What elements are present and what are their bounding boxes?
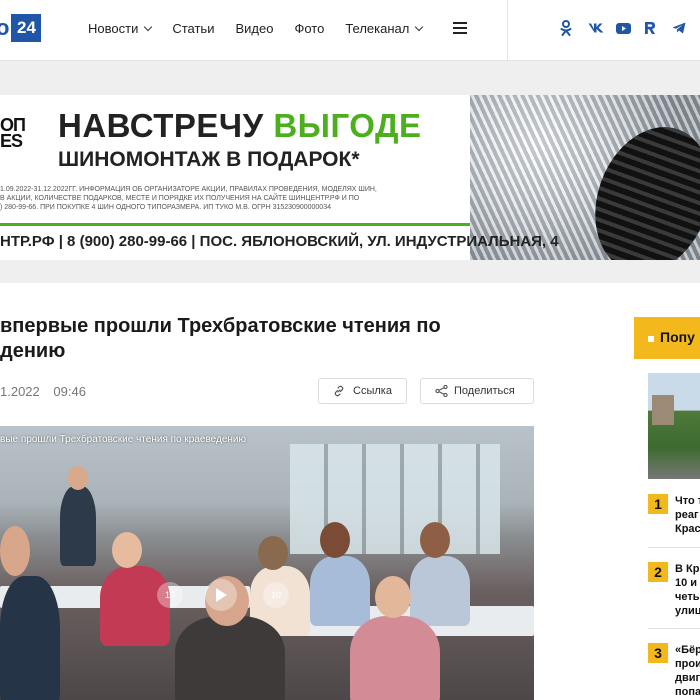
popular-item-text: В Кр 10 и четь улиц xyxy=(675,563,700,617)
forward-label: 10 xyxy=(270,590,281,600)
odnoklassniki-icon[interactable] xyxy=(560,18,588,38)
popular-item-number: 2 xyxy=(648,562,668,582)
video-person xyxy=(350,616,440,700)
copy-link-label: Ссылка xyxy=(353,385,392,397)
popular-item[interactable]: 1 Что т реаг Крас xyxy=(648,494,700,544)
site-logo[interactable]: o 24 xyxy=(0,14,42,42)
header-divider xyxy=(507,0,508,60)
banner-title: НАВСТРЕЧУ ВЫГОДЕ xyxy=(58,107,421,145)
popular-label: Попу xyxy=(660,329,695,345)
menu-icon[interactable] xyxy=(453,22,467,34)
telegram-icon[interactable] xyxy=(672,18,700,38)
banner-small-print: 1.09.2022-31.12.2022ГГ. ИНФОРМАЦИЯ ОБ ОР… xyxy=(0,186,377,211)
video-title: вые прошли Трехбратовские чтения по крае… xyxy=(0,434,247,445)
sidebar-divider xyxy=(648,628,700,629)
copy-link-button[interactable]: Ссылка xyxy=(318,378,407,404)
nav-label: Новости xyxy=(88,20,139,36)
popular-item-text: Что т реаг Крас xyxy=(675,495,700,535)
video-person xyxy=(0,576,60,700)
banner-contact: НТР.РФ | 8 (900) 280-99-66 | ПОС. ЯБЛОНО… xyxy=(0,233,559,250)
video-person xyxy=(0,526,30,576)
ad-banner[interactable]: ОП ES НАВСТРЕЧУ ВЫГОДЕ ШИНОМОНТАЖ В ПОДА… xyxy=(0,95,700,260)
site-header: o 24 Новости Статьи Видео Фото Телеканал xyxy=(0,0,700,61)
nav-item-video[interactable]: Видео xyxy=(235,21,273,36)
article-meta: 1.2022 09:46 xyxy=(0,384,96,399)
popular-item-image[interactable] xyxy=(648,373,700,479)
share-button[interactable]: Поделиться xyxy=(420,378,534,404)
video-person xyxy=(258,536,288,570)
popular-item-number: 1 xyxy=(648,494,668,514)
banner-subtitle: ШИНОМОНТАЖ В ПОДАРОК* xyxy=(58,148,360,171)
popular-header: Попу xyxy=(634,317,700,359)
logo-number: 24 xyxy=(11,14,42,42)
chevron-down-icon xyxy=(144,22,153,31)
nav-item-tv-channel[interactable]: Телеканал xyxy=(345,20,424,36)
video-person xyxy=(112,532,142,568)
rewind-10-button[interactable]: 10 xyxy=(157,582,183,608)
nav-item-news[interactable]: Новости xyxy=(88,20,153,36)
square-bullet-icon xyxy=(648,336,654,342)
nav-item-articles[interactable]: Статьи xyxy=(172,21,214,36)
logo-text: o xyxy=(0,15,10,40)
popular-item[interactable]: 3 «Бёр прои двиг попа xyxy=(648,643,700,700)
banner-divider xyxy=(0,223,470,226)
nav-label: Фото xyxy=(294,20,325,36)
rewind-label: 10 xyxy=(164,590,175,600)
main-nav: Новости Статьи Видео Фото Телеканал xyxy=(88,0,443,56)
social-links xyxy=(560,18,700,38)
video-person xyxy=(375,576,411,618)
popular-item[interactable]: 2 В Кр 10 и четь улиц xyxy=(648,562,700,622)
video-player[interactable]: вые прошли Трехбратовские чтения по крае… xyxy=(0,426,534,700)
rutube-icon[interactable] xyxy=(644,18,672,38)
ad-banner-area: ОП ES НАВСТРЕЧУ ВЫГОДЕ ШИНОМОНТАЖ В ПОДА… xyxy=(0,61,700,283)
nav-item-photo[interactable]: Фото xyxy=(294,21,324,36)
popular-item-number: 3 xyxy=(648,643,668,663)
link-icon xyxy=(334,385,344,397)
banner-brand-logo: ОП ES xyxy=(0,115,26,151)
article-time: 09:46 xyxy=(53,384,86,399)
play-icon xyxy=(216,588,227,602)
video-person xyxy=(100,566,170,646)
youtube-icon[interactable] xyxy=(616,18,644,38)
video-person xyxy=(410,556,470,626)
article-title: впервые прошли Трехбратовские чтения по … xyxy=(0,315,441,362)
nav-label: Телеканал xyxy=(345,20,410,36)
vk-icon[interactable] xyxy=(588,18,616,38)
video-person xyxy=(320,522,350,558)
video-person xyxy=(310,556,370,626)
share-icon xyxy=(435,385,448,397)
popular-item-text: «Бёр прои двиг попа xyxy=(675,644,700,698)
nav-label: Статьи xyxy=(172,20,215,36)
banner-title-part2: ВЫГОДЕ xyxy=(273,107,422,144)
share-label: Поделиться xyxy=(454,385,515,397)
forward-10-button[interactable]: 10 xyxy=(263,582,289,608)
video-person xyxy=(68,466,88,490)
nav-label: Видео xyxy=(235,20,274,36)
play-button[interactable] xyxy=(205,579,237,611)
sidebar-divider xyxy=(648,547,700,548)
video-person xyxy=(175,616,285,700)
chevron-down-icon xyxy=(415,22,424,31)
banner-title-part1: НАВСТРЕЧУ xyxy=(58,107,274,144)
video-person xyxy=(60,486,96,566)
video-person xyxy=(420,522,450,558)
article-date: 1.2022 xyxy=(0,384,40,399)
